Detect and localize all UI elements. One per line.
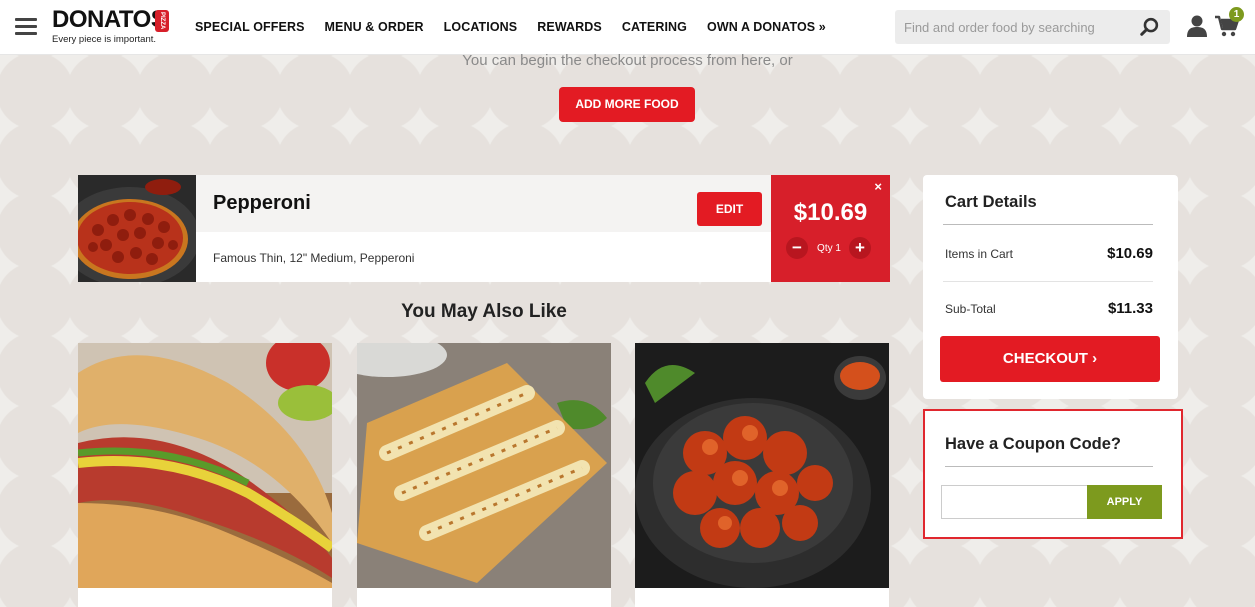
recommendations-title: You May Also Like: [401, 301, 567, 322]
cart-item-description: Famous Thin, 12" Medium, Pepperoni: [213, 251, 415, 265]
user-icon[interactable]: [1186, 14, 1208, 38]
checkout-button[interactable]: CHECKOUT ›: [940, 336, 1160, 382]
cart-item-price: $10.69: [793, 199, 868, 226]
edit-item-button[interactable]: EDIT: [697, 192, 762, 226]
close-icon[interactable]: ×: [874, 179, 882, 194]
coupon-panel: Have a Coupon Code? APPLY: [923, 409, 1183, 539]
cart-item: Pepperoni EDIT Famous Thin, 12" Medium, …: [78, 175, 890, 282]
cart-item-price-panel: × $10.69 − Qty 1 +: [771, 175, 890, 282]
main-nav: SPECIAL OFFERS MENU & ORDER LOCATIONS RE…: [195, 20, 846, 34]
product-card-wings[interactable]: [635, 343, 889, 607]
boneless-wings-image: [635, 343, 889, 588]
logo-pizza-badge: PIZZA: [155, 10, 169, 32]
divider: [943, 224, 1153, 225]
coupon-title: Have a Coupon Code?: [945, 435, 1122, 453]
items-in-cart-value: $10.69: [1107, 245, 1153, 262]
product-card-sandwich[interactable]: [78, 343, 332, 607]
pepperoni-pizza-image: [78, 175, 196, 282]
subtotal-label: Sub-Total: [945, 302, 996, 316]
cart-count-badge: 1: [1229, 7, 1244, 22]
logo-wordmark: DONATOS: [52, 6, 167, 33]
nav-locations[interactable]: LOCATIONS: [444, 20, 518, 34]
cart-item-details: Famous Thin, 12" Medium, Pepperoni: [196, 232, 771, 282]
qty-label: Qty 1: [817, 243, 841, 254]
nav-special-offers[interactable]: SPECIAL OFFERS: [195, 20, 305, 34]
search-bar: [895, 10, 1170, 44]
qty-decrease-button[interactable]: −: [786, 237, 808, 259]
nav-own-a-donatos[interactable]: OWN A DONATOS »: [707, 20, 826, 34]
add-more-food-button[interactable]: ADD MORE FOOD: [559, 87, 695, 122]
nav-catering[interactable]: CATERING: [622, 20, 687, 34]
cart-item-header: Pepperoni EDIT: [196, 175, 771, 232]
donatos-logo[interactable]: DONATOS PIZZA Every piece is important.: [52, 7, 170, 49]
subtotal-value: $11.33: [1107, 300, 1153, 317]
apply-coupon-button[interactable]: APPLY: [1087, 485, 1162, 519]
nav-menu-order[interactable]: MENU & ORDER: [325, 20, 424, 34]
checkout-prompt-text: You can begin the checkout process from …: [462, 52, 793, 69]
product-card-breadsticks[interactable]: [357, 343, 611, 607]
site-header: DONATOS PIZZA Every piece is important. …: [0, 0, 1255, 55]
nav-rewards[interactable]: REWARDS: [537, 20, 602, 34]
menu-icon[interactable]: [15, 18, 37, 36]
cart-details-panel: Cart Details Items in Cart $10.69 Sub-To…: [923, 175, 1178, 399]
cart-details-title: Cart Details: [945, 193, 1037, 211]
qty-increase-button[interactable]: +: [849, 237, 871, 259]
logo-tagline: Every piece is important.: [52, 34, 157, 45]
divider: [943, 281, 1153, 282]
search-input[interactable]: [895, 10, 1135, 44]
items-in-cart-label: Items in Cart: [945, 247, 1014, 261]
breadsticks-image: [357, 343, 611, 588]
divider: [945, 466, 1153, 467]
coupon-code-input[interactable]: [941, 485, 1088, 519]
search-icon[interactable]: [1139, 16, 1161, 38]
sandwich-image: [78, 343, 332, 588]
cart-item-name: Pepperoni: [213, 192, 311, 214]
